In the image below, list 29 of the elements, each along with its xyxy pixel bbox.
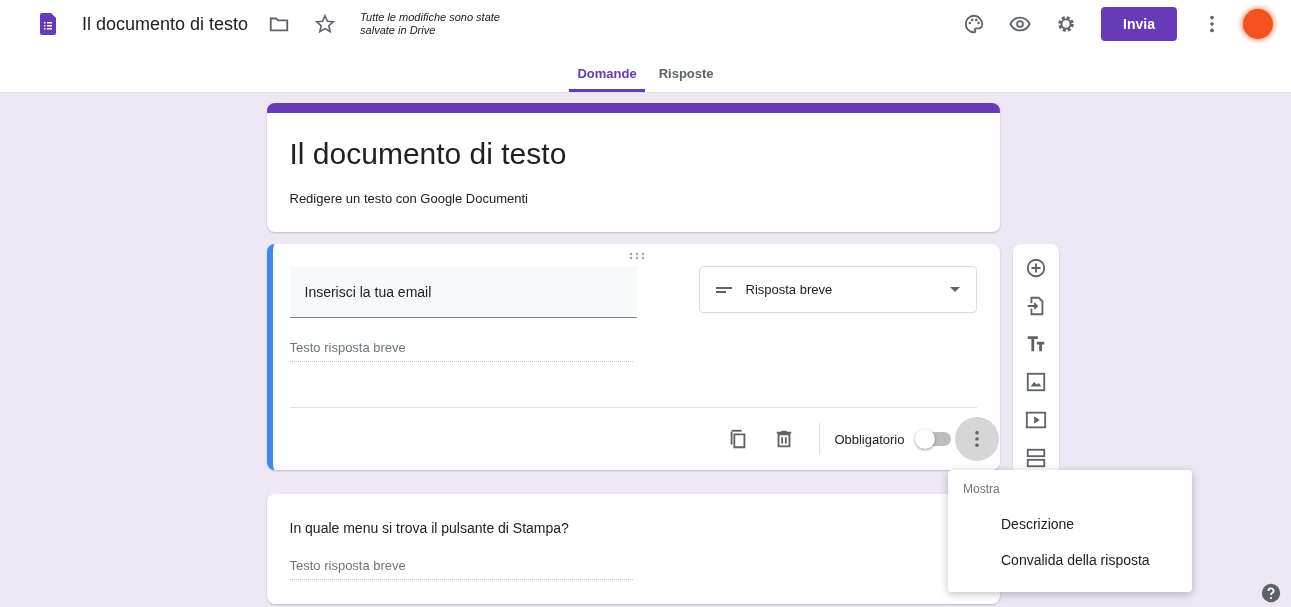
video-icon[interactable] [1024,409,1047,431]
star-icon[interactable] [314,13,337,35]
form-description[interactable]: Redigere un testo con Google Documenti [289,191,977,206]
required-toggle[interactable] [916,432,951,446]
caret-icon [949,287,960,292]
avatar[interactable] [1243,9,1273,39]
more-vert-icon [974,431,979,447]
tab[interactable]: Risposte [650,66,722,92]
help-icon[interactable] [1261,583,1281,603]
save-status: Tutte le modifiche sono state salvate in Drive [360,10,501,38]
image-icon[interactable] [1024,371,1047,393]
send-button[interactable]: Invia [1101,7,1177,41]
required-label: Obbligatorio [834,431,905,447]
question-card[interactable]: In quale menu si trova il pulsante di Stampa? Testo risposta breve [266,494,1000,604]
form-title[interactable]: Il documento di testo [289,137,977,171]
drag-handle-icon[interactable] [628,252,645,260]
question-card[interactable]: Inserisci la tua email Risposta breve Testo risposta breve Obbligatorio [266,244,1000,470]
answer-placeholder: Testo risposta breve [289,558,633,580]
short-text-icon [715,286,732,293]
section-icon[interactable] [1024,447,1047,469]
palette-icon[interactable] [963,13,985,35]
question-title: In quale menu si trova il pulsante di Stampa? [289,519,569,536]
question-type-dropdown[interactable]: Risposta breve [698,266,977,313]
add-circle-icon[interactable] [1024,257,1047,279]
forms-logo-icon[interactable] [40,13,56,35]
answer-placeholder: Testo risposta breve [289,340,633,362]
settings-icon[interactable] [1055,13,1077,35]
question-title-field[interactable]: Inserisci la tua email [289,266,637,318]
document-title[interactable]: Il documento di testo [82,13,249,35]
